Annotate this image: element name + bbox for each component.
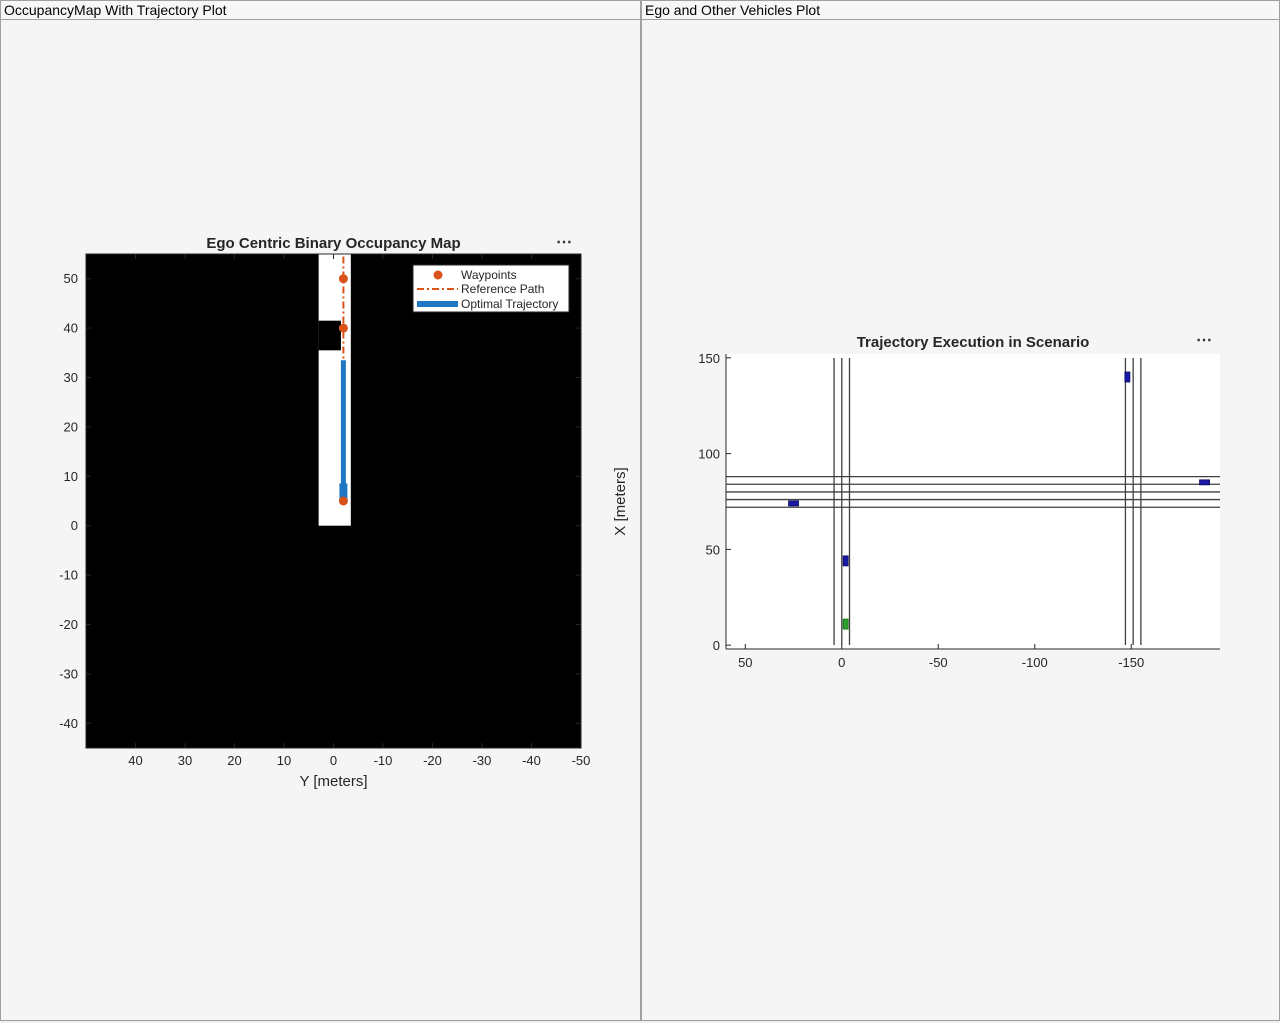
x-tick-label: 20 (227, 753, 241, 768)
y-tick-label: 0 (71, 518, 78, 533)
x-tick-label: -50 (929, 655, 948, 670)
y-tick-label: 0 (713, 638, 720, 653)
x-tick-label: -150 (1118, 655, 1144, 670)
chart-title: Ego Centric Binary Occupancy Map (206, 235, 460, 252)
y-tick-label: 10 (64, 469, 78, 484)
axes-toolbar-menu-left[interactable]: ⋯ (556, 235, 573, 251)
x-tick-label: -20 (423, 753, 442, 768)
y-tick-label: 50 (64, 271, 78, 286)
x-tick-label: 0 (330, 753, 337, 768)
axes-toolbar-menu-right[interactable]: ⋯ (1196, 333, 1213, 349)
y-tick-label: 30 (64, 370, 78, 385)
x-tick-label: -30 (473, 753, 492, 768)
y-tick-label: -30 (59, 666, 78, 681)
legend-entry: Optimal Trajectory (461, 297, 558, 311)
x-tick-label: -50 (572, 753, 591, 768)
other-vehicle (842, 555, 849, 567)
plots-canvas: 40 30 20 10 0 -10 -20 -30 -40 -5050403020100-10-2… (59, 235, 1220, 790)
x-tick-label: 30 (178, 753, 192, 768)
legend-entry: Waypoints (461, 268, 517, 282)
x-tick-label: 0 (838, 655, 845, 670)
x-tick-label: -10 (374, 753, 393, 768)
scenario-plot-area (726, 354, 1220, 649)
x-tick-label: 10 (277, 753, 291, 768)
waypoint-marker (338, 496, 348, 506)
waypoint-marker (338, 274, 348, 284)
x-tick-label: 50 (738, 655, 752, 670)
y-tick-label: 150 (698, 351, 720, 366)
legend-entry: Reference Path (461, 282, 544, 296)
y-tick-label: -40 (59, 716, 78, 731)
y-tick-label: -10 (59, 568, 78, 583)
waypoint-marker (338, 323, 348, 333)
y-tick-label: 100 (698, 447, 720, 462)
other-vehicle (1199, 479, 1210, 486)
y-tick-label: -20 (59, 617, 78, 632)
other-vehicle (1124, 371, 1131, 383)
x-tick-label: -40 (522, 753, 541, 768)
x-axis-label: Y [meters] (299, 773, 367, 790)
y-tick-label: 40 (64, 321, 78, 336)
x-tick-label: -100 (1022, 655, 1048, 670)
occupied-block (318, 320, 341, 351)
other-vehicle (788, 500, 799, 507)
y-tick-label: 50 (706, 542, 720, 557)
x-tick-label: 40 (128, 753, 142, 768)
ego-vehicle (842, 618, 849, 630)
legend-waypoint-symbol (433, 270, 443, 280)
y-axis-label: X [meters] (612, 467, 629, 535)
chart-title: Trajectory Execution in Scenario (857, 334, 1090, 351)
y-tick-label: 20 (64, 419, 78, 434)
